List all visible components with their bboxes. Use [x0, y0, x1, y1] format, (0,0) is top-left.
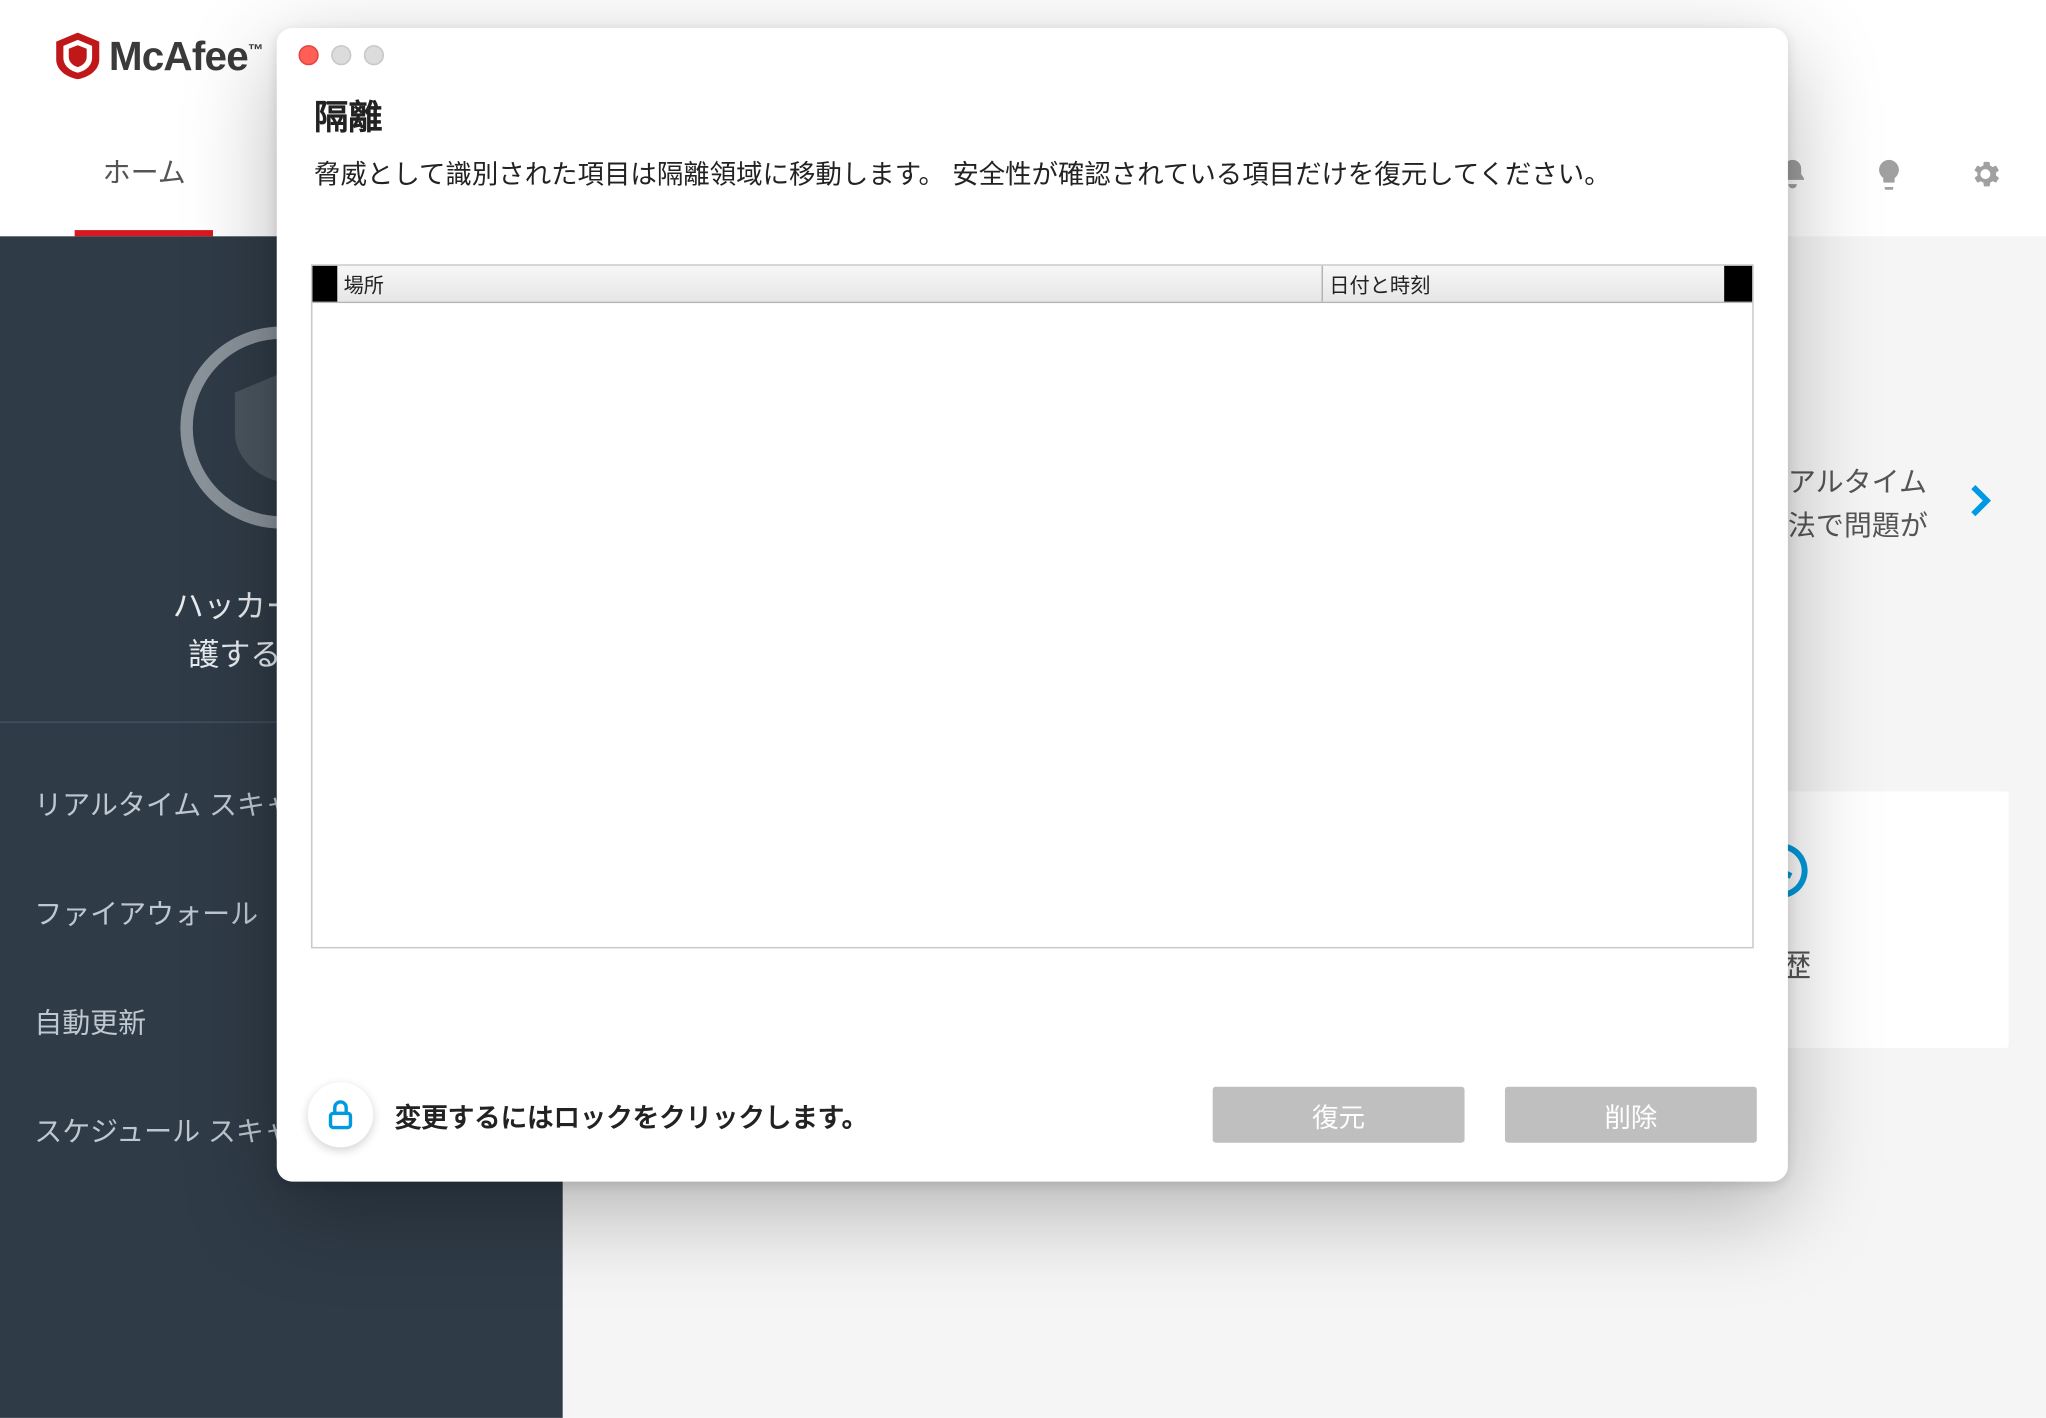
- tab-home-label: ホーム: [103, 151, 186, 191]
- sidebar-item-label: 自動更新: [34, 1008, 146, 1039]
- mcafee-shield-icon: [56, 33, 100, 80]
- dialog-title: 隔離: [314, 90, 1751, 140]
- window-close-icon[interactable]: [299, 44, 319, 64]
- table-header-row: 場所 日付と時刻: [312, 266, 1752, 303]
- tab-home[interactable]: ホーム: [75, 112, 214, 236]
- dialog-footer: 変更するにはロックをクリックします。 復元 削除: [277, 1048, 1788, 1182]
- table-body-empty: [312, 304, 1752, 948]
- quarantine-table: 場所 日付と時刻: [311, 265, 1754, 949]
- restore-button[interactable]: 復元: [1213, 1087, 1465, 1143]
- quarantine-dialog: 隔離 脅威として識別された項目は隔離領域に移動します。 安全性が確認されている項…: [277, 28, 1788, 1182]
- column-resize-handle[interactable]: [312, 266, 337, 302]
- column-label: 日付と時刻: [1329, 274, 1430, 297]
- lock-hint-text: 変更するにはロックをクリックします。: [395, 1095, 1191, 1134]
- column-resize-handle[interactable]: [1724, 266, 1752, 302]
- brand-name: McAfee™: [109, 32, 263, 80]
- dialog-titlebar: [277, 28, 1788, 81]
- column-location[interactable]: 場所: [337, 266, 1323, 302]
- chevron-right-icon[interactable]: [1956, 477, 2003, 531]
- bulb-icon[interactable]: [1872, 157, 1906, 191]
- delete-button[interactable]: 削除: [1505, 1087, 1757, 1143]
- button-label: 復元: [1312, 1103, 1365, 1133]
- column-datetime[interactable]: 日付と時刻: [1323, 266, 1724, 302]
- gear-icon[interactable]: [1968, 157, 2002, 191]
- window-zoom-icon: [364, 44, 384, 64]
- column-label: 場所: [344, 274, 384, 297]
- dialog-description: 脅威として識別された項目は隔離領域に移動します。 安全性が確認されている項目だけ…: [314, 155, 1751, 258]
- window-minimize-icon: [331, 44, 351, 64]
- button-label: 削除: [1604, 1103, 1657, 1133]
- lock-icon[interactable]: [308, 1082, 373, 1147]
- sidebar-item-label: ファイアウォール: [34, 899, 258, 930]
